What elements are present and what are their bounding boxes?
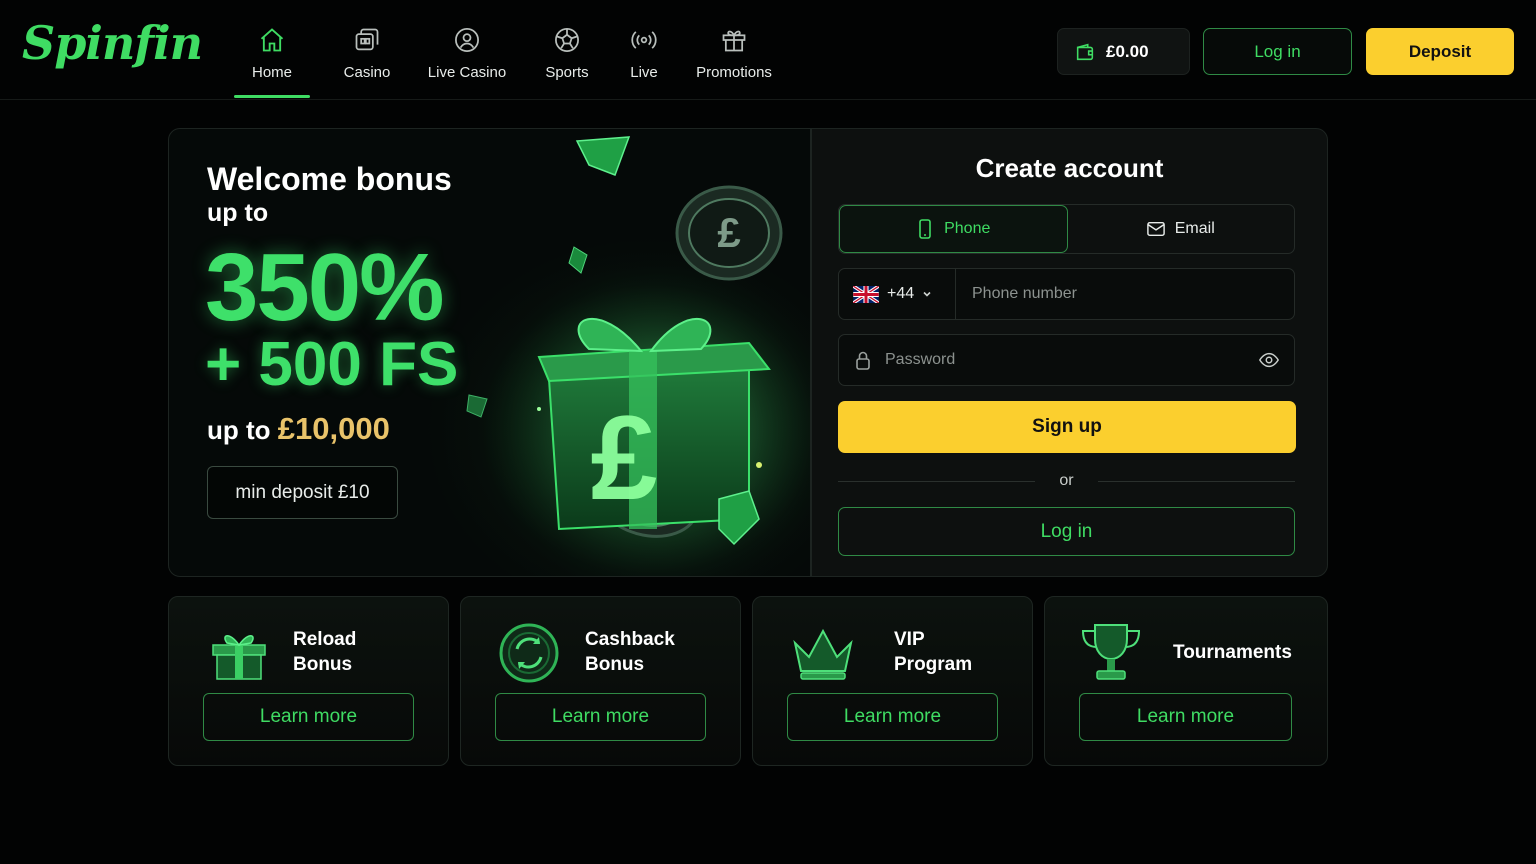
promo-title: Cashback Bonus	[585, 627, 675, 677]
create-account-title: Create account	[975, 153, 1164, 183]
promo-card-vip-program: VIP Program Learn more	[752, 596, 1033, 766]
promo-title-line: Program	[894, 654, 973, 675]
bonus-percent: 350%	[205, 234, 445, 341]
nav-item-live[interactable]: Live	[624, 0, 664, 100]
phone-number-input[interactable]	[956, 269, 1294, 319]
promo-title-line: VIP	[894, 629, 925, 650]
promo-title-line: Reload	[293, 629, 357, 650]
learn-more-button[interactable]: Learn more	[1079, 693, 1292, 741]
svg-text:£: £	[717, 209, 740, 256]
nav-label: Live Casino	[427, 64, 507, 81]
gift-box-icon	[212, 635, 266, 680]
phone-icon	[919, 219, 931, 239]
tab-label: Phone	[944, 220, 991, 237]
svg-text:£: £	[591, 391, 658, 525]
nav-label: Casino	[343, 64, 391, 81]
or-divider: or	[838, 469, 1296, 493]
learn-more-button[interactable]: Learn more	[203, 693, 414, 741]
main-nav: Home Casino Live Casino Sports Live Prom…	[234, 0, 804, 100]
refresh-coin-icon	[499, 623, 559, 683]
bonus-max-amount: up to £10,000	[207, 411, 390, 447]
phone-field: +44	[838, 268, 1295, 320]
free-spins: + 500 FS	[205, 330, 459, 399]
tab-phone[interactable]: Phone	[839, 205, 1068, 253]
or-label: or	[1059, 472, 1074, 489]
nav-item-sports[interactable]: Sports	[510, 0, 624, 100]
lock-icon	[856, 351, 870, 370]
promo-title: Tournaments	[1173, 640, 1292, 665]
nav-label: Home	[251, 64, 292, 81]
deposit-button[interactable]: Deposit	[1366, 28, 1514, 75]
mail-icon	[1146, 221, 1165, 237]
country-code-select[interactable]: +44	[839, 269, 956, 319]
promo-title-line: Bonus	[585, 654, 645, 675]
password-input[interactable]	[873, 351, 1258, 369]
football-icon	[555, 28, 579, 52]
home-icon	[260, 28, 284, 52]
learn-more-button[interactable]: Learn more	[495, 693, 706, 741]
crown-icon	[793, 628, 853, 680]
promo-title-line: Cashback	[585, 629, 675, 650]
nav-item-live-casino[interactable]: Live Casino	[424, 0, 510, 100]
create-account-panel: Create account Phone Email +44 Phone num…	[811, 128, 1328, 577]
promo-card-cashback-bonus: Cashback Bonus Learn more	[460, 596, 741, 766]
promo-title-line: Bonus	[293, 654, 353, 675]
chevron-down-icon	[923, 291, 931, 297]
gift-box-illustration: £ £ £	[466, 136, 810, 576]
eye-icon[interactable]	[1258, 349, 1280, 371]
country-code: +44	[887, 285, 915, 302]
signup-method-tabs: Phone Email	[838, 204, 1295, 254]
balance-amount: £0.00	[1106, 41, 1149, 61]
bonus-subtitle: up to	[207, 199, 269, 227]
upto-amount: £10,000	[277, 411, 390, 446]
promo-title: VIP Program	[894, 627, 972, 677]
nav-label: Promotions	[696, 64, 772, 81]
min-deposit-badge: min deposit £10	[207, 466, 398, 519]
live-casino-icon	[455, 28, 479, 52]
gift-icon	[722, 30, 746, 52]
casino-icon	[355, 28, 379, 51]
wallet-balance[interactable]: £0.00	[1057, 28, 1190, 75]
promo-title-line: Tournaments	[1173, 642, 1292, 663]
brand-logo[interactable]: Spinfin	[22, 16, 203, 70]
promo-card-tournaments: Tournaments Learn more	[1044, 596, 1328, 766]
login-button[interactable]: Log in	[838, 507, 1295, 556]
welcome-bonus-banner[interactable]: £ £ £ Welcome bonus up to 350% + 500 FS …	[168, 128, 811, 577]
password-field	[838, 334, 1295, 386]
promo-card-reload-bonus: Reload Bonus Learn more	[168, 596, 449, 766]
live-broadcast-icon	[631, 31, 657, 49]
wallet-icon	[1076, 43, 1094, 60]
tab-label: Email	[1174, 220, 1215, 237]
divider-line	[838, 480, 1036, 482]
learn-more-button[interactable]: Learn more	[787, 693, 998, 741]
tab-email[interactable]: Email	[1068, 205, 1295, 253]
nav-label: Live	[630, 64, 658, 81]
nav-label: Sports	[545, 64, 589, 81]
sign-up-button[interactable]: Sign up	[838, 401, 1296, 453]
nav-item-home[interactable]: Home	[234, 0, 310, 100]
trophy-icon	[1081, 624, 1141, 680]
nav-item-promotions[interactable]: Promotions	[664, 0, 804, 100]
bonus-title: Welcome bonus	[207, 161, 452, 197]
uk-flag-icon	[853, 285, 879, 303]
nav-item-casino[interactable]: Casino	[310, 0, 424, 100]
upto-prefix: up to	[207, 415, 271, 445]
header-login-button[interactable]: Log in	[1203, 28, 1352, 75]
top-header: Spinfin Home Casino Live Casino Sports L…	[0, 0, 1536, 100]
divider-line	[1097, 480, 1296, 482]
promo-title: Reload Bonus	[293, 627, 356, 677]
